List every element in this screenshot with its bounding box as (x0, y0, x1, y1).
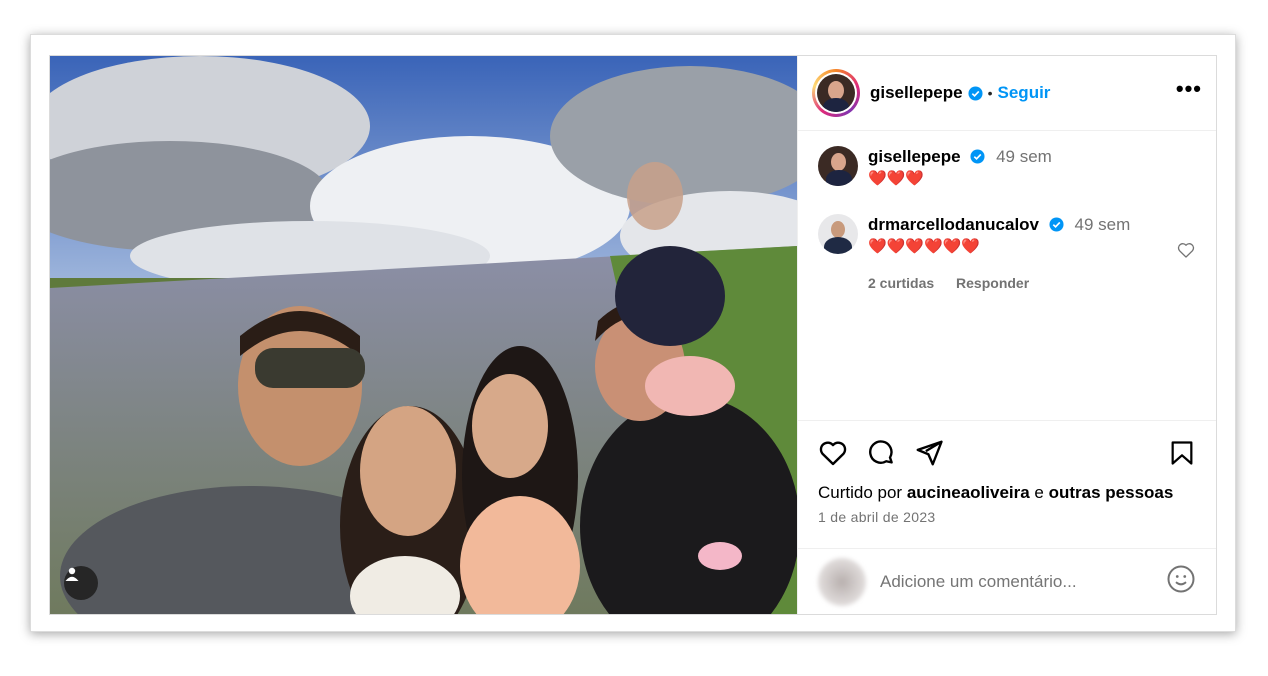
comment-text: ❤️❤️❤️❤️❤️❤️ (868, 238, 981, 255)
comments-list: gisellepepe 49 sem ❤️❤️❤️ drmarcellodanu… (798, 132, 1216, 420)
verified-badge-icon (970, 149, 985, 164)
comment-item: drmarcellodanucalov 49 sem ❤️❤️❤️❤️❤️❤️ … (818, 214, 1196, 294)
separator: • (987, 85, 993, 101)
post-actions: Curtido por aucineaoliveira e outras pes… (798, 420, 1216, 525)
post-sidebar: gisellepepe • Seguir ••• gisellepepe 49 … (797, 56, 1216, 614)
story-ring[interactable] (812, 69, 860, 117)
comment-username[interactable]: drmarcellodanucalov (868, 215, 1039, 234)
heart-outline-icon (1177, 243, 1195, 258)
verified-badge-icon (1049, 217, 1064, 232)
comment-button[interactable] (866, 438, 896, 473)
follow-button[interactable]: Seguir (998, 83, 1051, 103)
heart-icon (819, 440, 847, 465)
save-button[interactable] (1168, 438, 1196, 473)
paper-plane-icon (916, 440, 943, 465)
liked-by-user[interactable]: aucineaoliveira (907, 483, 1030, 502)
comment-time[interactable]: 49 sem (996, 147, 1052, 166)
instagram-post: gisellepepe • Seguir ••• gisellepepe 49 … (49, 55, 1217, 615)
emoji-button[interactable] (1166, 564, 1196, 599)
liked-by-others[interactable]: outras pessoas (1049, 483, 1174, 502)
comment-input[interactable] (880, 571, 1166, 592)
avatar[interactable] (818, 214, 858, 254)
post-date[interactable]: 1 de abril de 2023 (818, 509, 1196, 525)
screenshot-frame: gisellepepe • Seguir ••• gisellepepe 49 … (30, 34, 1236, 632)
liked-by-prefix: Curtido por (818, 483, 903, 502)
bookmark-icon (1171, 440, 1193, 465)
comment-likes-count[interactable]: 2 curtidas (868, 275, 934, 291)
comment-text: ❤️❤️❤️ (868, 170, 925, 187)
verified-badge-icon (968, 85, 983, 101)
avatar (818, 557, 866, 606)
smiley-icon (1167, 565, 1195, 593)
liked-by-text: Curtido por aucineaoliveira e outras pes… (818, 483, 1196, 503)
comment-bubble-icon (869, 439, 893, 464)
comment-username[interactable]: gisellepepe (868, 147, 961, 166)
post-photo[interactable] (50, 56, 797, 614)
avatar (817, 74, 855, 112)
comment-like-button[interactable] (1176, 240, 1196, 265)
liked-by-connector: e (1034, 483, 1044, 502)
add-comment-bar (798, 548, 1216, 614)
comment-time[interactable]: 49 sem (1074, 215, 1130, 234)
avatar[interactable] (818, 146, 858, 186)
photo-illustration (50, 56, 797, 614)
like-button[interactable] (818, 438, 848, 473)
person-icon (65, 567, 79, 581)
header-username[interactable]: gisellepepe (870, 83, 963, 103)
share-button[interactable] (914, 438, 944, 473)
reply-button[interactable]: Responder (956, 275, 1029, 291)
more-options-icon[interactable]: ••• (1176, 76, 1202, 110)
user-tag-button[interactable] (64, 566, 98, 600)
comment-item: gisellepepe 49 sem ❤️❤️❤️ (818, 146, 1196, 190)
post-header: gisellepepe • Seguir ••• (798, 56, 1216, 131)
